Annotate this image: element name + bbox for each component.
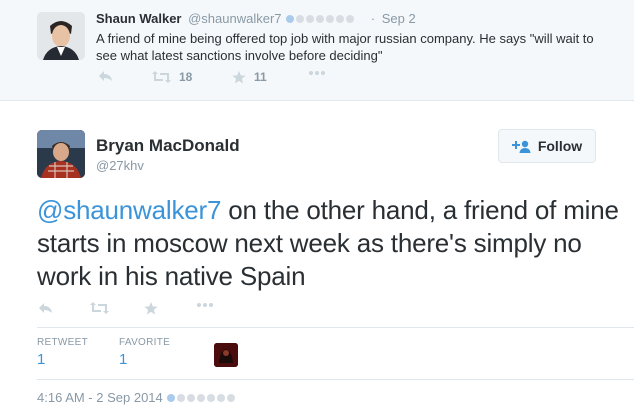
follow-label: Follow [537,138,583,154]
username[interactable]: @27khv [96,158,144,173]
tweet-text: @shaunwalker7 on the other hand, a frien… [37,194,622,293]
more-button[interactable] [196,302,214,308]
reply-icon [39,303,52,313]
more-icon [309,71,325,75]
tweet-date[interactable]: Sep 2 [382,11,416,26]
favorites-label: FAVORITE [119,337,171,348]
favorite-button[interactable]: 11 [232,70,267,84]
avatar[interactable] [37,12,85,60]
display-name[interactable]: Bryan MacDonald [96,136,240,156]
username[interactable]: @shaunwalker7 [188,11,281,26]
divider [37,327,634,328]
favoriter-avatar[interactable] [214,343,238,367]
parent-tweet[interactable]: Shaun Walker @shaunwalker7 · Sep 2 A fri… [0,0,634,101]
retweet-icon [152,71,171,83]
follow-person-icon [511,140,531,153]
divider [37,379,634,380]
redacted-mark [285,12,361,27]
mention-link[interactable]: @shaunwalker7 [37,195,221,225]
reply-button[interactable] [98,70,113,82]
reply-icon [99,71,112,81]
favorite-button[interactable] [144,302,158,315]
tweet-timestamp: 4:16 AM - 2 Sep 2014 [37,390,242,406]
favorite-icon [144,302,158,315]
redacted-mark [166,391,242,406]
favorite-icon [232,70,246,83]
tweet-text: A friend of mine being offered top job w… [96,31,594,63]
follow-button[interactable]: Follow [498,129,596,163]
display-name[interactable]: Shaun Walker [96,11,181,26]
more-button[interactable] [308,70,326,76]
favorite-count: 11 [254,70,267,84]
reply-button[interactable] [38,302,53,314]
separator: · [370,11,376,26]
tweet-header: Shaun Walker @shaunwalker7 · Sep 2 [96,11,416,27]
timestamp-text[interactable]: 4:16 AM - 2 Sep 2014 [37,390,163,405]
more-icon [197,303,213,307]
retweet-count: 18 [179,70,193,84]
retweets-count[interactable]: 1 [37,351,45,368]
avatar[interactable] [37,130,85,178]
retweet-button[interactable]: 18 [152,70,192,84]
favorites-count[interactable]: 1 [119,351,127,368]
retweets-label: RETWEET [37,337,88,348]
retweet-icon [90,302,109,314]
retweet-button[interactable] [90,302,109,314]
